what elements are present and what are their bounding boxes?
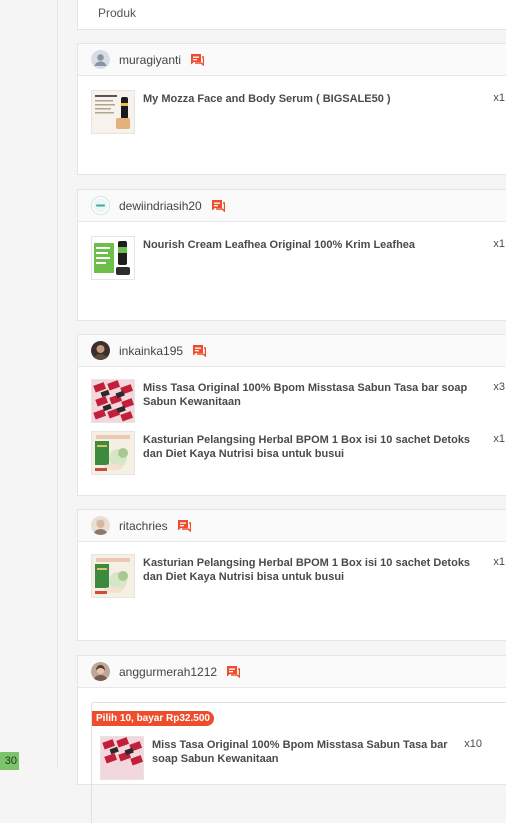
product-name[interactable]: Miss Tasa Original 100% Bpom Misstasa Sa… bbox=[152, 736, 464, 780]
product-name[interactable]: My Mozza Face and Body Serum ( BIGSALE50… bbox=[143, 90, 477, 134]
herbal-product-thumb[interactable] bbox=[91, 554, 135, 598]
product-quantity: x1 bbox=[493, 238, 505, 250]
order-item[interactable]: Miss Tasa Original 100% Bpom Misstasa Sa… bbox=[78, 379, 506, 423]
product-name[interactable]: Nourish Cream Leafhea Original 100% Krim… bbox=[143, 236, 477, 280]
order-item[interactable]: Nourish Cream Leafhea Original 100% Krim… bbox=[78, 236, 506, 280]
order-card: dewiindriasih20 Nourish Cream Leafhea Or… bbox=[77, 189, 506, 321]
order-card-header: ritachries bbox=[78, 510, 506, 542]
order-card: inkainka195 Miss Tasa Original 100% Bpom… bbox=[77, 334, 506, 496]
table-header: Produk bbox=[77, 0, 506, 30]
chat-icon[interactable] bbox=[226, 665, 241, 678]
soap-product-thumb[interactable] bbox=[91, 379, 135, 423]
order-item[interactable]: Miss Tasa Original 100% Bpom Misstasa Sa… bbox=[100, 736, 492, 780]
order-card-header: dewiindriasih20 bbox=[78, 190, 506, 222]
order-card-header: anggurmerah1212 bbox=[78, 656, 506, 688]
buyer-username[interactable]: ritachries bbox=[119, 519, 168, 533]
cream-product-thumb[interactable] bbox=[91, 236, 135, 280]
serum-product-thumb[interactable] bbox=[91, 90, 135, 134]
order-card: anggurmerah1212 Pilih 10, bayar Rp32.500… bbox=[77, 655, 506, 823]
chat-icon[interactable] bbox=[177, 519, 191, 532]
order-card-header: muragiyanti bbox=[78, 44, 506, 76]
product-quantity: x1 bbox=[493, 433, 505, 445]
photo-avatar[interactable] bbox=[91, 341, 110, 360]
product-quantity: x1 bbox=[493, 92, 505, 104]
chat-icon[interactable] bbox=[190, 53, 205, 66]
order-item[interactable]: Kasturian Pelangsing Herbal BPOM 1 Box i… bbox=[78, 554, 506, 598]
photo-avatar[interactable] bbox=[91, 662, 110, 681]
bundle-promo-group: Pilih 10, bayar Rp32.500 Miss Tasa Origi… bbox=[91, 702, 506, 823]
bundle-promo-tag: Pilih 10, bayar Rp32.500 bbox=[92, 711, 214, 726]
product-name[interactable]: Miss Tasa Original 100% Bpom Misstasa Sa… bbox=[143, 379, 477, 423]
product-quantity: x1 bbox=[493, 556, 505, 568]
product-name[interactable]: Kasturian Pelangsing Herbal BPOM 1 Box i… bbox=[143, 554, 477, 598]
order-item[interactable]: My Mozza Face and Body Serum ( BIGSALE50… bbox=[78, 90, 506, 134]
soap-product-thumb[interactable] bbox=[100, 736, 144, 780]
product-name[interactable]: Kasturian Pelangsing Herbal BPOM 1 Box i… bbox=[143, 431, 477, 475]
chat-icon[interactable] bbox=[192, 344, 207, 357]
sidebar-count-badge[interactable]: 30 bbox=[0, 752, 19, 770]
order-card-header: inkainka195 bbox=[78, 335, 506, 367]
brand-logo-avatar[interactable] bbox=[91, 196, 110, 215]
order-card: muragiyanti My Mozza Face and Body Serum… bbox=[77, 43, 506, 175]
chat-icon[interactable] bbox=[211, 199, 225, 212]
column-header-product: Produk bbox=[98, 6, 137, 20]
photo-avatar[interactable] bbox=[91, 516, 110, 535]
herbal-product-thumb[interactable] bbox=[91, 431, 135, 475]
order-card: ritachries Kasturian Pelangsing Herbal B… bbox=[77, 509, 506, 641]
buyer-username[interactable]: dewiindriasih20 bbox=[119, 199, 202, 213]
default-user-avatar[interactable] bbox=[91, 50, 110, 69]
left-sidebar: 30 bbox=[0, 0, 58, 770]
buyer-username[interactable]: muragiyanti bbox=[119, 53, 181, 67]
product-quantity: x10 bbox=[464, 738, 482, 750]
order-item[interactable]: Kasturian Pelangsing Herbal BPOM 1 Box i… bbox=[78, 431, 506, 475]
buyer-username[interactable]: anggurmerah1212 bbox=[119, 665, 217, 679]
buyer-username[interactable]: inkainka195 bbox=[119, 344, 183, 358]
product-quantity: x3 bbox=[493, 381, 505, 393]
